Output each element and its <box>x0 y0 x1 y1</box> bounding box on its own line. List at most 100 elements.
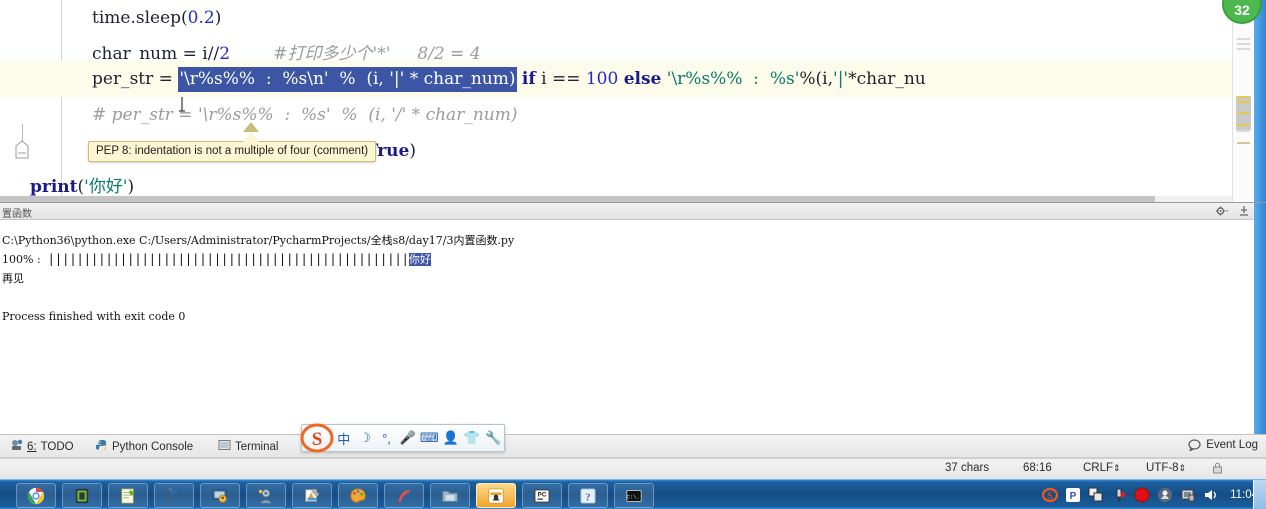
run-tool-window: 置函数 C:\Python36\python.exe C:/Users/Admi… <box>0 202 1266 435</box>
taskbar-explorer[interactable] <box>430 483 470 508</box>
pycharm-window: time.sleep(0.2) char_num = i//2 #打印多少个'*'… <box>0 0 1266 509</box>
svg-text:?: ? <box>585 491 590 503</box>
scrollbar-marker[interactable] <box>1237 130 1250 132</box>
taskbar-app-5[interactable] <box>200 483 240 508</box>
scrollbar-marker[interactable] <box>1237 106 1250 108</box>
show-desktop-button[interactable] <box>1253 480 1266 509</box>
code-editor[interactable]: time.sleep(0.2) char_num = i//2 #打印多少个'*'… <box>0 0 1266 202</box>
tray-display-icon[interactable] <box>1180 487 1196 503</box>
scrollbar-marker[interactable] <box>1237 118 1250 120</box>
tray-volume-icon[interactable] <box>1203 487 1219 503</box>
moon-icon[interactable]: ☽ <box>354 425 375 451</box>
help-icon: ? <box>579 487 597 505</box>
code-token: else <box>623 69 662 89</box>
flag-icon <box>165 487 183 505</box>
taskbar-chrome[interactable] <box>16 483 56 508</box>
code-token: # per_str = '\r%s%% : %s' % (i, '/' * ch… <box>92 105 518 125</box>
console-text: 100% : <box>2 253 48 266</box>
run-window-right-edge <box>1254 203 1266 435</box>
sogou-logo-icon[interactable]: S <box>300 422 334 454</box>
console-zaijian: 再见 <box>2 269 1248 288</box>
tools-icon[interactable]: 🔧 <box>483 425 504 451</box>
status-encoding-label: UTF-8 <box>1146 462 1179 474</box>
taskbar-cmd[interactable]: C:\. <box>614 483 654 508</box>
tool-window-todo[interactable]: 6: TODO <box>10 439 74 454</box>
status-caret-position[interactable]: 68:16 <box>1023 462 1052 474</box>
console-text: Process finished with exit code 0 <box>2 310 186 323</box>
taskbar-app-2[interactable] <box>62 483 102 508</box>
bottom-tool-window-bar[interactable]: Event Log 6: TODO Python Console Terminal <box>0 434 1266 458</box>
status-line-separator[interactable]: CRLF⇕ <box>1083 462 1121 474</box>
pc-icon: PC <box>533 487 551 505</box>
svg-text:C:\.: C:\. <box>627 494 640 500</box>
run-tab-label[interactable]: 置函数 <box>2 205 32 220</box>
taskbar-pycharm[interactable] <box>476 483 516 508</box>
window-right-edge <box>1254 0 1266 202</box>
console-command: C:\Python36\python.exe C:/Users/Administ… <box>2 231 1248 250</box>
skin-icon[interactable]: 👕 <box>461 425 482 451</box>
code-lines-container[interactable]: time.sleep(0.2) char_num = i//2 #打印多少个'*'… <box>0 0 1232 202</box>
tray-network-icon[interactable] <box>1088 487 1104 503</box>
scrollbar-marker[interactable] <box>1237 101 1250 103</box>
lock-icon[interactable] <box>1212 462 1223 477</box>
scrollbar-marker[interactable] <box>1237 142 1250 144</box>
run-window-header[interactable]: 置函数 <box>0 203 1266 220</box>
tool-window-python-console[interactable]: Python Console <box>95 439 193 454</box>
punctuation-icon[interactable]: °, <box>376 425 397 451</box>
tray-security-icon[interactable] <box>1157 487 1173 503</box>
tray-record-icon[interactable] <box>1134 487 1150 503</box>
pin-icon[interactable] <box>1238 205 1250 220</box>
taskbar-app-8[interactable] <box>338 483 378 508</box>
scrollbar-marker[interactable] <box>1237 124 1250 126</box>
windows-taskbar[interactable]: SP 11:04 PC? C:\. <box>0 479 1266 509</box>
taskbar-app-6[interactable] <box>246 483 286 508</box>
tooltip-arrow-icon <box>243 122 259 142</box>
tray-sogou-icon[interactable]: S <box>1042 487 1059 503</box>
taskbar-app-4[interactable] <box>154 483 194 508</box>
scrollbar-marker[interactable] <box>1237 38 1250 40</box>
cmd-icon: C:\. <box>625 487 643 505</box>
code-token: if <box>521 69 536 89</box>
notepad-icon <box>119 487 137 505</box>
console-text: C:\Python36\python.exe C:/Users/Administ… <box>2 234 515 247</box>
taskbar-app-7[interactable] <box>292 483 332 508</box>
speech-bubble-icon <box>1188 439 1201 451</box>
status-encoding[interactable]: UTF-8⇕ <box>1146 462 1186 474</box>
taskbar-app-9[interactable] <box>384 483 424 508</box>
line-commented-per-str[interactable]: # per_str = '\r%s%% : %s' % (i, '/' * ch… <box>0 97 1232 133</box>
status-chars: 37 chars <box>945 462 990 474</box>
event-log-button[interactable]: Event Log <box>1188 439 1258 451</box>
system-tray[interactable]: SP 11:04 <box>1042 480 1262 509</box>
code-token: print <box>30 177 78 197</box>
tool-window-python-console-label: Python Console <box>112 440 194 453</box>
console-output[interactable]: C:\Python36\python.exe C:/Users/Administ… <box>0 221 1248 435</box>
user-icon[interactable]: 👤 <box>440 425 461 451</box>
gear-icon[interactable] <box>1215 205 1228 220</box>
line-time-sleep[interactable]: time.sleep(0.2) <box>0 0 1232 36</box>
palette-icon <box>349 487 367 505</box>
console-text: 再见 <box>2 272 24 285</box>
console-selected-text: 你好 <box>408 253 431 266</box>
soft-keyboard-icon[interactable]: ⌨ <box>419 425 440 451</box>
scrollbar-marker[interactable] <box>1237 96 1250 98</box>
status-line-separator-label: CRLF <box>1083 462 1114 474</box>
chinese-mode-icon[interactable]: 中 <box>333 425 354 451</box>
tool-window-terminal-label: Terminal <box>235 440 279 453</box>
taskbar-notepad[interactable] <box>108 483 148 508</box>
voice-input-icon[interactable]: 🎤 <box>397 425 418 451</box>
tool-window-terminal[interactable]: Terminal <box>218 439 278 454</box>
scrollbar-marker[interactable] <box>1237 112 1250 114</box>
editor-vertical-scrollbar[interactable] <box>1232 0 1254 202</box>
taskbar-pc[interactable]: PC <box>522 483 562 508</box>
scrollbar-marker[interactable] <box>1237 48 1250 50</box>
tray-usb-icon[interactable] <box>1111 487 1127 503</box>
taskbar-app-13[interactable]: ? <box>568 483 608 508</box>
line-per-str[interactable]: per_str = '\r%s%% : %s\n' % (i, '|' * ch… <box>0 61 1232 97</box>
status-bar: 37 chars 68:16 CRLF⇕ UTF-8⇕ <box>0 458 1266 479</box>
scrollbar-marker[interactable] <box>1237 43 1250 45</box>
folder-icon <box>441 487 459 505</box>
code-token: per_str = <box>92 69 179 89</box>
tray-pp-icon[interactable]: P <box>1065 487 1081 503</box>
line-per-str-text: per_str = '\r%s%% : %s\n' % (i, '|' * ch… <box>92 61 926 97</box>
